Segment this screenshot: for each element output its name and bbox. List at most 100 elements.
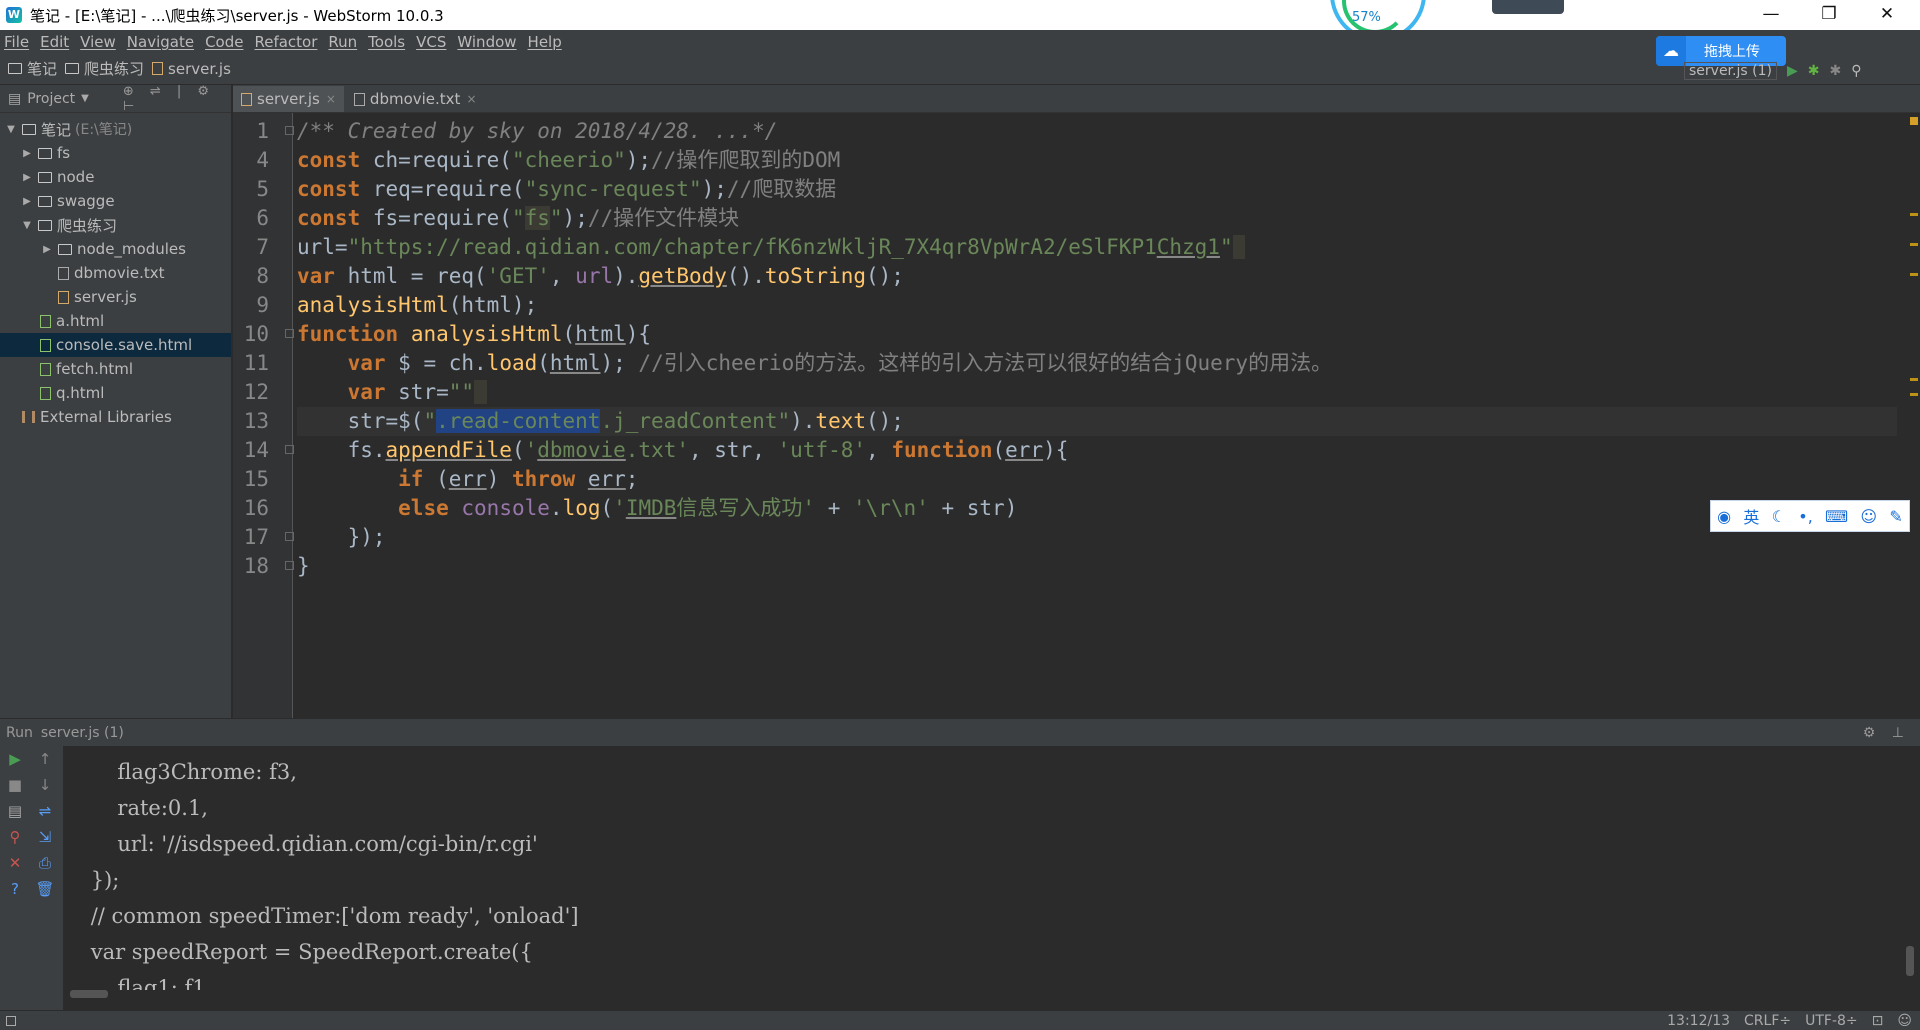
run-panel-settings[interactable]: ⚙ ⊥: [1863, 725, 1910, 741]
close-tab-icon[interactable]: ×: [326, 92, 336, 106]
help-icon[interactable]: ?: [0, 876, 30, 902]
debug-icon[interactable]: ✱: [1808, 63, 1820, 79]
warning-mark[interactable]: [1910, 273, 1918, 276]
tree-label: fs: [57, 144, 71, 162]
menu-help[interactable]: Help: [528, 33, 562, 51]
tree-item-console-save[interactable]: console.save.html: [0, 333, 231, 357]
menu-file[interactable]: File: [4, 33, 29, 51]
scroll-to-end-icon[interactable]: ⇲: [30, 824, 60, 850]
tree-item-dbmovie[interactable]: dbmovie.txt: [0, 261, 231, 285]
console-output[interactable]: flag3Chrome: f3, rate:0.1, url: '//isdsp…: [64, 746, 1904, 990]
fold-icon[interactable]: [285, 126, 294, 135]
chevron-right-icon[interactable]: ▶: [20, 196, 34, 207]
print-icon[interactable]: ⎙: [30, 850, 60, 876]
file-encoding[interactable]: UTF-8÷: [1805, 1013, 1858, 1029]
fold-icon[interactable]: [285, 532, 294, 541]
fold-icon[interactable]: [285, 445, 294, 454]
ime-logo-icon[interactable]: ◉: [1717, 507, 1731, 526]
maximize-button[interactable]: ❐: [1800, 0, 1858, 30]
hector-icon[interactable]: ☺: [1897, 1013, 1912, 1029]
ime-language[interactable]: 英: [1743, 504, 1759, 528]
console-line: flag3Chrome: f3,: [64, 760, 297, 784]
breadcrumb-file[interactable]: server.js: [152, 60, 231, 78]
menu-run[interactable]: Run: [328, 33, 357, 51]
warning-indicator-icon[interactable]: [1910, 117, 1918, 125]
pin-icon[interactable]: ⚲: [0, 824, 30, 850]
run-icon[interactable]: ▶: [1787, 63, 1798, 79]
menu-view[interactable]: View: [80, 33, 116, 51]
trash-icon[interactable]: 🗑: [30, 876, 60, 902]
chevron-right-icon[interactable]: ▶: [40, 244, 54, 255]
menu-window[interactable]: Window: [457, 33, 516, 51]
menu-vcs[interactable]: VCS: [416, 33, 446, 51]
user-icon[interactable]: ☺: [1860, 507, 1877, 526]
run-panel-title[interactable]: Run: [6, 725, 33, 741]
fold-icon[interactable]: [285, 561, 294, 570]
warning-mark[interactable]: [1910, 393, 1918, 396]
code-line: 17 });: [244, 523, 1897, 552]
floating-widget[interactable]: [1492, 0, 1564, 14]
tool-windows-icon[interactable]: [6, 1015, 16, 1026]
close-tab-icon[interactable]: ×: [466, 92, 476, 106]
tree-item-q-html[interactable]: q.html: [0, 381, 231, 405]
close-button[interactable]: ✕: [1858, 0, 1916, 30]
project-tools[interactable]: ⊕ ⇌ | ⚙ ⊢: [123, 84, 231, 114]
cursor-position[interactable]: 13:12/13: [1667, 1013, 1730, 1029]
ime-toolbar[interactable]: ◉ 英 ☾ •, ⌨ ☺ ✎: [1710, 500, 1910, 532]
horizontal-scrollbar[interactable]: [70, 990, 108, 998]
breadcrumb-folder[interactable]: 爬虫练习: [65, 58, 144, 79]
soft-wrap-icon[interactable]: ⇌: [30, 798, 60, 824]
menu-code[interactable]: Code: [205, 33, 243, 51]
arrow-up-icon[interactable]: ↑: [30, 746, 60, 772]
moon-icon[interactable]: ☾: [1772, 507, 1786, 526]
tree-item-external-libraries[interactable]: External Libraries: [0, 405, 231, 429]
menu-refactor[interactable]: Refactor: [254, 33, 317, 51]
chevron-right-icon[interactable]: ▶: [20, 148, 34, 159]
chevron-down-icon[interactable]: ▼: [81, 93, 89, 104]
tree-item-node-modules[interactable]: ▶ node_modules: [0, 237, 231, 261]
chevron-right-icon[interactable]: ▶: [20, 172, 34, 183]
tree-item-root[interactable]: ▼ 笔记 (E:\笔记): [0, 117, 231, 141]
tree-item-node[interactable]: ▶ node: [0, 165, 231, 189]
menu-tools[interactable]: Tools: [368, 33, 405, 51]
menu-edit[interactable]: Edit: [40, 33, 69, 51]
keyboard-icon[interactable]: ⌨: [1825, 507, 1848, 526]
layout-icon[interactable]: ▤: [0, 798, 30, 824]
run-config-name[interactable]: server.js (1): [41, 725, 124, 741]
lock-icon[interactable]: ⊡: [1872, 1013, 1884, 1029]
rerun-icon[interactable]: ▶: [0, 746, 30, 772]
tree-label: swagge: [57, 192, 115, 210]
warning-mark[interactable]: [1910, 243, 1918, 246]
run-config-select[interactable]: server.js (1): [1684, 62, 1777, 80]
arrow-down-icon[interactable]: ↓: [30, 772, 60, 798]
tree-item-server-js[interactable]: server.js: [0, 285, 231, 309]
error-stripe[interactable]: [1908, 113, 1920, 718]
wrench-icon[interactable]: ✎: [1889, 507, 1902, 526]
search-icon[interactable]: ⚲: [1851, 63, 1861, 79]
fold-icon[interactable]: [285, 329, 294, 338]
tree-item-fs[interactable]: ▶ fs: [0, 141, 231, 165]
line-separator[interactable]: CRLF÷: [1744, 1013, 1791, 1029]
tab-dbmovie[interactable]: dbmovie.txt ×: [346, 86, 485, 112]
close-icon[interactable]: ✕: [0, 850, 30, 876]
warning-mark[interactable]: [1910, 378, 1918, 381]
stop-icon[interactable]: ■: [0, 772, 30, 798]
project-title[interactable]: Project: [27, 91, 75, 107]
menu-navigate[interactable]: Navigate: [127, 33, 194, 51]
tree-item-a-html[interactable]: a.html: [0, 309, 231, 333]
punctuation-icon[interactable]: •,: [1798, 507, 1813, 526]
chevron-down-icon[interactable]: ▼: [4, 124, 18, 135]
coverage-icon[interactable]: ✱: [1829, 63, 1841, 79]
tree-item-fetch-html[interactable]: fetch.html: [0, 357, 231, 381]
warning-mark[interactable]: [1910, 213, 1918, 216]
html-file-icon: [40, 314, 51, 328]
vertical-scrollbar[interactable]: [1906, 946, 1914, 976]
tree-item-swagge[interactable]: ▶ swagge: [0, 189, 231, 213]
minimize-button[interactable]: —: [1742, 0, 1800, 30]
breadcrumb-root[interactable]: 笔记: [8, 58, 57, 79]
chevron-down-icon[interactable]: ▼: [20, 220, 34, 231]
tree-item-crawler[interactable]: ▼ 爬虫练习: [0, 213, 231, 237]
tab-server-js[interactable]: server.js ×: [233, 86, 344, 112]
code-area[interactable]: 1/** Created by sky on 2018/4/28. ...*/ …: [244, 117, 1897, 581]
code-editor[interactable]: 1/** Created by sky on 2018/4/28. ...*/ …: [233, 113, 1920, 718]
